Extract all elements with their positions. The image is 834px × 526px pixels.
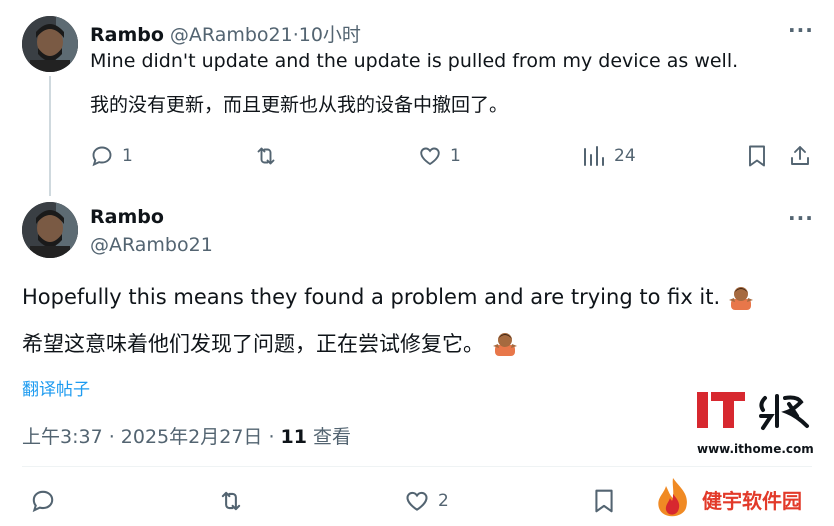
- share-button[interactable]: [788, 144, 812, 168]
- thread-line: [49, 76, 51, 196]
- avatar[interactable]: [22, 16, 78, 72]
- divider: [22, 466, 812, 467]
- reply-icon: [92, 146, 112, 167]
- post-timestamp[interactable]: 上午3:37 · 2025年2月27日 ·: [22, 426, 281, 448]
- ithome-url: www.ithome.com: [697, 442, 814, 456]
- post-time[interactable]: 10小时: [299, 20, 361, 47]
- post-views-label: 查看: [306, 426, 352, 448]
- more-options-button[interactable]: ···: [788, 18, 814, 42]
- avatar[interactable]: [22, 202, 78, 258]
- bookmark-button[interactable]: [592, 488, 616, 514]
- reply-text-zh: 我的没有更新，而且更新也从我的设备中撤回了。: [90, 94, 509, 116]
- author-handle[interactable]: @ARambo21: [170, 24, 293, 46]
- jianyu-watermark-logo: 健宇软件园: [650, 476, 802, 522]
- author-handle[interactable]: @ARambo21: [90, 234, 213, 256]
- reply-text-en: Mine didn't update and the update is pul…: [90, 50, 739, 72]
- reply-button[interactable]: 1: [90, 144, 133, 168]
- views-button[interactable]: 24: [582, 144, 636, 168]
- post-text-zh: 希望这意味着他们发现了问题，正在尝试修复它。: [22, 332, 484, 356]
- like-count: 2: [438, 491, 449, 511]
- views-chart-icon: [584, 146, 604, 166]
- person-shrugging-emoji-icon: [493, 333, 517, 356]
- heart-icon: [406, 491, 428, 511]
- retweet-icon: [257, 147, 275, 165]
- ithome-watermark-logo: www.ithome.com: [697, 390, 814, 458]
- person-shrugging-emoji-icon: [729, 287, 754, 310]
- bookmark-button[interactable]: [746, 144, 768, 168]
- more-options-button[interactable]: ···: [788, 206, 814, 230]
- retweet-button[interactable]: [218, 488, 244, 514]
- like-count: 1: [450, 146, 461, 166]
- bookmark-icon: [595, 489, 613, 513]
- author-name[interactable]: Rambo: [90, 206, 164, 228]
- like-button[interactable]: 1: [418, 144, 461, 168]
- reply-button[interactable]: [30, 488, 56, 514]
- reply-icon: [32, 490, 54, 513]
- share-icon: [791, 146, 809, 165]
- views-count: 24: [614, 146, 636, 166]
- like-button[interactable]: 2: [404, 488, 449, 514]
- post-text-en: Hopefully this means they found a proble…: [22, 285, 721, 309]
- translate-post-link[interactable]: 翻译帖子: [22, 375, 90, 400]
- retweet-icon: [221, 491, 241, 511]
- heart-icon: [420, 147, 440, 166]
- retweet-button[interactable]: [254, 144, 278, 168]
- post-views-count: 11: [280, 426, 307, 448]
- bookmark-icon: [749, 145, 765, 167]
- flame-icon: [658, 478, 687, 517]
- jianyu-text: 健宇软件园: [702, 488, 802, 513]
- author-name[interactable]: Rambo: [90, 24, 164, 46]
- reply-count: 1: [122, 146, 133, 166]
